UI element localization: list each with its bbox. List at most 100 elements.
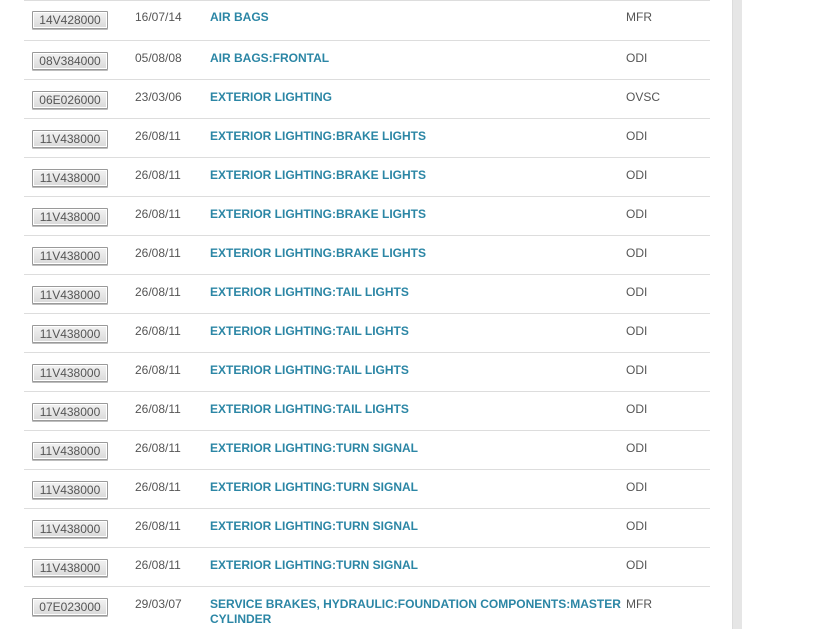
recall-id-cell: 11V438000 <box>24 274 135 314</box>
recall-id-button[interactable]: 11V438000 <box>32 208 108 226</box>
recall-id-cell: 08V384000 <box>24 40 135 80</box>
recall-row: 14V428000 16/07/14 AIR BAGS MFR <box>24 0 710 41</box>
recall-component-cell: AIR BAGS:FRONTAL <box>210 40 626 80</box>
recall-id-button[interactable]: 11V438000 <box>32 169 108 187</box>
recall-source: ODI <box>626 547 710 587</box>
recall-component-cell: EXTERIOR LIGHTING <box>210 79 626 119</box>
recall-row: 08V384000 05/08/08 AIR BAGS:FRONTAL ODI <box>24 40 710 80</box>
recall-row: 11V438000 26/08/11 EXTERIOR LIGHTING:TURN … <box>24 547 710 587</box>
recall-source: ODI <box>626 313 710 353</box>
recall-source: ODI <box>626 352 710 392</box>
recall-id-cell: 11V438000 <box>24 313 135 353</box>
vertical-scrollbar[interactable] <box>732 0 742 629</box>
recall-component-cell: EXTERIOR LIGHTING:TURN SIGNAL <box>210 430 626 470</box>
recall-date: 26/08/11 <box>135 352 210 392</box>
recall-row: 11V438000 26/08/11 EXTERIOR LIGHTING:TAIL … <box>24 391 710 431</box>
recall-component-cell: EXTERIOR LIGHTING:BRAKE LIGHTS <box>210 118 626 158</box>
recall-id-button[interactable]: 07E023000 <box>32 598 108 616</box>
recall-row: 11V438000 26/08/11 EXTERIOR LIGHTING:TAIL … <box>24 313 710 353</box>
recall-component-cell: EXTERIOR LIGHTING:BRAKE LIGHTS <box>210 196 626 236</box>
recall-row: 07E023000 29/03/07 SERVICE BRAKES, HYDRAUL… <box>24 586 710 629</box>
recall-id-cell: 11V438000 <box>24 469 135 509</box>
recall-source: ODI <box>626 469 710 509</box>
recall-component-link[interactable]: SERVICE BRAKES, HYDRAULIC:FOUNDATION COM… <box>210 597 621 626</box>
recall-source: ODI <box>626 391 710 431</box>
recall-id-cell: 06E026000 <box>24 79 135 119</box>
recall-id-button[interactable]: 11V438000 <box>32 481 108 499</box>
recall-component-link[interactable]: EXTERIOR LIGHTING:BRAKE LIGHTS <box>210 168 426 182</box>
recall-component-cell: EXTERIOR LIGHTING:TURN SIGNAL <box>210 469 626 509</box>
recall-id-cell: 11V438000 <box>24 508 135 548</box>
recall-id-button[interactable]: 11V438000 <box>32 247 108 265</box>
recall-component-link[interactable]: EXTERIOR LIGHTING:TAIL LIGHTS <box>210 402 409 416</box>
recall-component-link[interactable]: AIR BAGS <box>210 10 269 24</box>
recall-date: 26/08/11 <box>135 430 210 470</box>
recall-id-button[interactable]: 11V438000 <box>32 520 108 538</box>
recall-row: 06E026000 23/03/06 EXTERIOR LIGHTING OVSC <box>24 79 710 119</box>
recall-id-button[interactable]: 11V438000 <box>32 325 108 343</box>
recall-component-cell: EXTERIOR LIGHTING:TAIL LIGHTS <box>210 391 626 431</box>
recall-row: 11V438000 26/08/11 EXTERIOR LIGHTING:BRAKE… <box>24 118 710 158</box>
recall-date: 26/08/11 <box>135 469 210 509</box>
recall-component-link[interactable]: EXTERIOR LIGHTING:TAIL LIGHTS <box>210 363 409 377</box>
recall-component-link[interactable]: EXTERIOR LIGHTING:TURN SIGNAL <box>210 519 418 533</box>
recall-component-link[interactable]: EXTERIOR LIGHTING:BRAKE LIGHTS <box>210 207 426 221</box>
recall-id-cell: 11V438000 <box>24 235 135 275</box>
recall-date: 26/08/11 <box>135 391 210 431</box>
recall-id-button[interactable]: 08V384000 <box>32 52 108 70</box>
recall-id-cell: 11V438000 <box>24 430 135 470</box>
recall-id-cell: 11V438000 <box>24 547 135 587</box>
recall-id-cell: 11V438000 <box>24 157 135 197</box>
recall-date: 26/08/11 <box>135 508 210 548</box>
recall-id-cell: 14V428000 <box>24 0 135 41</box>
recall-component-link[interactable]: EXTERIOR LIGHTING:TURN SIGNAL <box>210 558 418 572</box>
recall-id-cell: 11V438000 <box>24 391 135 431</box>
recall-source: MFR <box>626 586 710 629</box>
recall-source: ODI <box>626 118 710 158</box>
recall-source: ODI <box>626 157 710 197</box>
recall-id-cell: 11V438000 <box>24 118 135 158</box>
recall-id-button[interactable]: 11V438000 <box>32 364 108 382</box>
recall-source: MFR <box>626 0 710 41</box>
recall-row: 11V438000 26/08/11 EXTERIOR LIGHTING:TURN … <box>24 508 710 548</box>
recall-source: ODI <box>626 430 710 470</box>
recall-component-link[interactable]: EXTERIOR LIGHTING:TURN SIGNAL <box>210 480 418 494</box>
recall-id-button[interactable]: 06E026000 <box>32 91 108 109</box>
recall-date: 26/08/11 <box>135 196 210 236</box>
recall-source: ODI <box>626 274 710 314</box>
recall-component-link[interactable]: EXTERIOR LIGHTING <box>210 90 332 104</box>
recall-id-button[interactable]: 14V428000 <box>32 11 108 29</box>
recall-source: ODI <box>626 196 710 236</box>
recall-row: 11V438000 26/08/11 EXTERIOR LIGHTING:TAIL … <box>24 352 710 392</box>
recall-row: 11V438000 26/08/11 EXTERIOR LIGHTING:BRAKE… <box>24 196 710 236</box>
recall-row: 11V438000 26/08/11 EXTERIOR LIGHTING:TAIL … <box>24 274 710 314</box>
recall-date: 26/08/11 <box>135 313 210 353</box>
recall-component-link[interactable]: EXTERIOR LIGHTING:TAIL LIGHTS <box>210 285 409 299</box>
recall-id-button[interactable]: 11V438000 <box>32 130 108 148</box>
recall-row: 11V438000 26/08/11 EXTERIOR LIGHTING:TURN … <box>24 430 710 470</box>
recall-id-button[interactable]: 11V438000 <box>32 403 108 421</box>
recall-source: ODI <box>626 40 710 80</box>
recall-date: 29/03/07 <box>135 586 210 629</box>
recall-component-link[interactable]: EXTERIOR LIGHTING:BRAKE LIGHTS <box>210 246 426 260</box>
recall-date: 26/08/11 <box>135 547 210 587</box>
recall-component-cell: EXTERIOR LIGHTING:TAIL LIGHTS <box>210 313 626 353</box>
recall-component-cell: EXTERIOR LIGHTING:TURN SIGNAL <box>210 547 626 587</box>
recall-date: 05/08/08 <box>135 40 210 80</box>
recall-component-link[interactable]: EXTERIOR LIGHTING:TURN SIGNAL <box>210 441 418 455</box>
recall-row: 11V438000 26/08/11 EXTERIOR LIGHTING:BRAKE… <box>24 235 710 275</box>
recall-component-link[interactable]: EXTERIOR LIGHTING:TAIL LIGHTS <box>210 324 409 338</box>
recall-id-button[interactable]: 11V438000 <box>32 286 108 304</box>
recall-id-button[interactable]: 11V438000 <box>32 442 108 460</box>
recall-id-button[interactable]: 11V438000 <box>32 559 108 577</box>
recall-id-cell: 11V438000 <box>24 196 135 236</box>
recall-table: 14V428000 16/07/14 AIR BAGS MFR 08V384000 05/… <box>24 0 710 629</box>
recall-source: ODI <box>626 508 710 548</box>
recall-list-panel: 14V428000 16/07/14 AIR BAGS MFR 08V384000 05/… <box>0 0 732 629</box>
recall-component-link[interactable]: EXTERIOR LIGHTING:BRAKE LIGHTS <box>210 129 426 143</box>
recall-id-cell: 07E023000 <box>24 586 135 629</box>
recall-date: 23/03/06 <box>135 79 210 119</box>
recall-component-cell: EXTERIOR LIGHTING:TURN SIGNAL <box>210 508 626 548</box>
recall-component-link[interactable]: AIR BAGS:FRONTAL <box>210 51 329 65</box>
recall-date: 26/08/11 <box>135 274 210 314</box>
